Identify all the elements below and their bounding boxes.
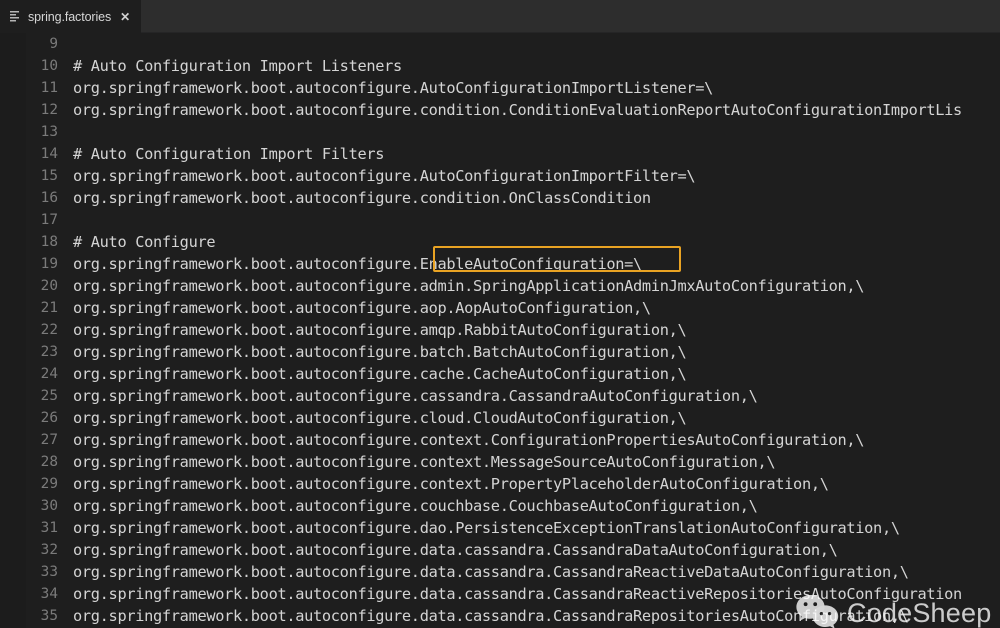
line-source-text: org.springframework.boot.autoconfigure.d… bbox=[73, 563, 909, 581]
code-line[interactable]: 17 bbox=[0, 209, 1000, 231]
code-line[interactable]: 33 org.springframework.boot.autoconfigure… bbox=[0, 561, 1000, 583]
code-line[interactable]: 32 org.springframework.boot.autoconfigure… bbox=[0, 539, 1000, 561]
code-line[interactable]: 22 org.springframework.boot.autoconfigure… bbox=[0, 319, 1000, 341]
line-number: 14 bbox=[40, 146, 58, 162]
line-source-text: # Auto Configure bbox=[73, 233, 216, 251]
line-number: 19 bbox=[40, 256, 58, 272]
line-number: 29 bbox=[40, 476, 58, 492]
code-line[interactable]: 9 bbox=[0, 33, 1000, 55]
code-line[interactable]: 12 org.springframework.boot.autoconfigure… bbox=[0, 99, 1000, 121]
code-line[interactable]: 11 org.springframework.boot.autoconfigure… bbox=[0, 77, 1000, 99]
line-source-text: org.springframework.boot.autoconfigure.a… bbox=[73, 277, 865, 295]
line-number: 31 bbox=[40, 520, 58, 536]
line-source-text: org.springframework.boot.autoconfigure.E… bbox=[73, 255, 642, 273]
code-line[interactable]: 29 org.springframework.boot.autoconfigure… bbox=[0, 473, 1000, 495]
line-source-text: org.springframework.boot.autoconfigure.c… bbox=[73, 387, 758, 405]
code-line[interactable]: 26 org.springframework.boot.autoconfigure… bbox=[0, 407, 1000, 429]
line-number: 34 bbox=[40, 586, 58, 602]
code-editor[interactable]: 9 10 # Auto Configuration Import Listeners… bbox=[0, 33, 1000, 628]
line-source-text: org.springframework.boot.autoconfigure.a… bbox=[73, 299, 651, 317]
line-number: 16 bbox=[40, 190, 58, 206]
line-number: 32 bbox=[40, 542, 58, 558]
line-source-text: org.springframework.boot.autoconfigure.A… bbox=[73, 79, 714, 97]
line-number: 26 bbox=[40, 410, 58, 426]
line-number: 21 bbox=[40, 300, 58, 316]
line-number: 25 bbox=[40, 388, 58, 404]
line-source-text: org.springframework.boot.autoconfigure.A… bbox=[73, 167, 696, 185]
line-source-text: org.springframework.boot.autoconfigure.b… bbox=[73, 343, 687, 361]
line-number: 23 bbox=[40, 344, 58, 360]
line-source-text: org.springframework.boot.autoconfigure.c… bbox=[73, 497, 758, 515]
code-line[interactable]: 31 org.springframework.boot.autoconfigure… bbox=[0, 517, 1000, 539]
line-number: 35 bbox=[40, 608, 58, 624]
line-source-text: # Auto Configuration Import Filters bbox=[73, 145, 385, 163]
line-number: 27 bbox=[40, 432, 58, 448]
line-number: 18 bbox=[40, 234, 58, 250]
editor-tab-bar: spring.factories ✕ bbox=[0, 0, 1000, 33]
line-number: 15 bbox=[40, 168, 58, 184]
line-number: 20 bbox=[40, 278, 58, 294]
line-source-text: org.springframework.boot.autoconfigure.d… bbox=[73, 607, 909, 625]
code-line[interactable]: 35 org.springframework.boot.autoconfigure… bbox=[0, 605, 1000, 627]
code-line[interactable]: 14 # Auto Configuration Import Filters bbox=[0, 143, 1000, 165]
code-line[interactable]: 16 org.springframework.boot.autoconfigure… bbox=[0, 187, 1000, 209]
line-source-text: # Auto Configuration Import Listeners bbox=[73, 57, 402, 75]
code-line[interactable]: 25 org.springframework.boot.autoconfigure… bbox=[0, 385, 1000, 407]
line-number: 24 bbox=[40, 366, 58, 382]
code-line[interactable]: 13 bbox=[0, 121, 1000, 143]
line-source-text: org.springframework.boot.autoconfigure.c… bbox=[73, 189, 651, 207]
line-number: 9 bbox=[49, 36, 58, 52]
code-line[interactable]: 10 # Auto Configuration Import Listeners bbox=[0, 55, 1000, 77]
line-number: 33 bbox=[40, 564, 58, 580]
code-line[interactable]: 30 org.springframework.boot.autoconfigure… bbox=[0, 495, 1000, 517]
tab-label: spring.factories bbox=[28, 9, 112, 24]
code-line[interactable]: 18 # Auto Configure bbox=[0, 231, 1000, 253]
code-line[interactable]: 24 org.springframework.boot.autoconfigure… bbox=[0, 363, 1000, 385]
line-number: 12 bbox=[40, 102, 58, 118]
line-source-text: org.springframework.boot.autoconfigure.c… bbox=[73, 431, 865, 449]
line-number: 22 bbox=[40, 322, 58, 338]
line-source-text: org.springframework.boot.autoconfigure.c… bbox=[73, 365, 687, 383]
line-source-text: org.springframework.boot.autoconfigure.c… bbox=[73, 409, 687, 427]
tab-spring-factories[interactable]: spring.factories ✕ bbox=[0, 0, 141, 33]
properties-file-icon bbox=[10, 11, 19, 22]
code-lines-container: 9 10 # Auto Configuration Import Listeners… bbox=[0, 33, 1000, 627]
line-number: 10 bbox=[40, 58, 58, 74]
line-number: 30 bbox=[40, 498, 58, 514]
line-number: 28 bbox=[40, 454, 58, 470]
line-source-text: org.springframework.boot.autoconfigure.d… bbox=[73, 519, 900, 537]
code-line[interactable]: 20 org.springframework.boot.autoconfigure… bbox=[0, 275, 1000, 297]
line-source-text: org.springframework.boot.autoconfigure.c… bbox=[73, 475, 829, 493]
close-icon[interactable]: ✕ bbox=[120, 11, 130, 23]
code-line[interactable]: 23 org.springframework.boot.autoconfigure… bbox=[0, 341, 1000, 363]
line-number: 11 bbox=[40, 80, 58, 96]
code-line[interactable]: 28 org.springframework.boot.autoconfigure… bbox=[0, 451, 1000, 473]
line-source-text: org.springframework.boot.autoconfigure.d… bbox=[73, 541, 838, 559]
line-number: 13 bbox=[40, 124, 58, 140]
line-source-text: org.springframework.boot.autoconfigure.c… bbox=[73, 453, 776, 471]
code-line[interactable]: 15 org.springframework.boot.autoconfigure… bbox=[0, 165, 1000, 187]
code-line[interactable]: 27 org.springframework.boot.autoconfigure… bbox=[0, 429, 1000, 451]
line-source-text: org.springframework.boot.autoconfigure.d… bbox=[73, 585, 962, 603]
line-source-text: org.springframework.boot.autoconfigure.a… bbox=[73, 321, 687, 339]
code-line[interactable]: 21 org.springframework.boot.autoconfigure… bbox=[0, 297, 1000, 319]
line-number: 17 bbox=[40, 212, 58, 228]
code-line[interactable]: 19 org.springframework.boot.autoconfigure… bbox=[0, 253, 1000, 275]
line-source-text: org.springframework.boot.autoconfigure.c… bbox=[73, 101, 962, 119]
code-line[interactable]: 34 org.springframework.boot.autoconfigure… bbox=[0, 583, 1000, 605]
